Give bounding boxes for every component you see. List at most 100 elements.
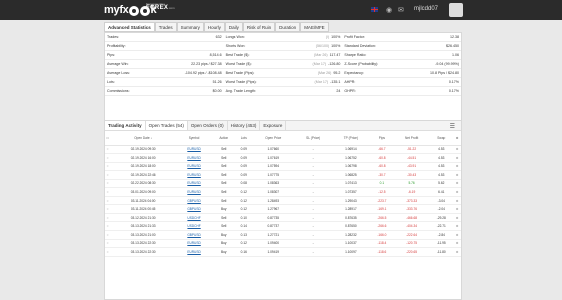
symbol-link[interactable]: EURUSD xyxy=(176,239,212,249)
symbol-link[interactable]: EURUSD xyxy=(176,153,212,163)
net-profit: -51.22 xyxy=(393,145,430,155)
stat-value: 22.23 pips / $27.38 xyxy=(191,62,222,66)
table-row[interactable]: ○ 03.13.2024 21:33 USDCHF Sell 0.14 0.87737-0… xyxy=(105,221,461,231)
stat-value-group: 632 xyxy=(216,33,222,41)
tab-trades[interactable]: Trades xyxy=(154,22,177,32)
action: Sell xyxy=(211,213,236,223)
row-settings-icon[interactable]: ⚙ xyxy=(453,204,461,214)
open-date: 03.13.2024 22:30 xyxy=(110,239,177,249)
tp-price: 1.10037 xyxy=(331,239,370,249)
net-profit: -120.75 xyxy=(393,239,430,249)
swap: -22.71 xyxy=(429,221,454,231)
sl-price: - xyxy=(294,170,332,180)
symbol-link[interactable]: GBPUSD xyxy=(176,196,212,206)
table-row[interactable]: ○ 03.11.2024 00:45 GBPUSD Buy 0.12 1.27967-1.… xyxy=(105,204,461,214)
sponsor-brand: FOREX xyxy=(146,5,169,11)
tab-risk-of-ruin[interactable]: Risk of Ruin xyxy=(242,22,276,32)
table-row[interactable]: ○ 03.13.2024 21:00 GBPUSD Buy 0.13 1.27721-1.… xyxy=(105,230,461,240)
stat-label[interactable]: Sharpe Ratio: xyxy=(344,51,366,59)
tab-open-trades-54-[interactable]: Open Trades (54) xyxy=(145,121,188,130)
tab-duration[interactable]: Duration xyxy=(275,22,301,32)
symbol-link[interactable]: GBPUSD xyxy=(176,230,212,240)
sponsor-badge[interactable]: Sponsored by FOREX.com xyxy=(146,2,190,11)
row-settings-icon[interactable]: ⚙ xyxy=(453,162,461,172)
stat-label: Profit Factor: xyxy=(344,35,365,39)
stat-cell: Longs Won: (/) 100% xyxy=(224,33,343,41)
stat-value-group: $26.450 xyxy=(446,42,459,50)
tab-summary[interactable]: Summary xyxy=(176,22,204,32)
bell-icon[interactable]: ◉ xyxy=(386,6,392,14)
tab-daily[interactable]: Daily xyxy=(224,22,243,32)
row-settings-icon[interactable]: ⚙ xyxy=(453,145,461,155)
tab-open-orders-0-[interactable]: Open Orders (0) xyxy=(188,121,228,130)
stat-label[interactable]: AHPR: xyxy=(344,78,355,86)
symbol-link[interactable]: EURUSD xyxy=(176,247,212,257)
row-settings-icon[interactable]: ⚙ xyxy=(453,239,461,249)
row-settings-icon[interactable]: ⚙ xyxy=(453,196,461,206)
symbol-link[interactable]: EURUSD xyxy=(176,179,212,189)
table-row[interactable]: ○ 02.19.2024 16:00 EURUSD Sell 0.09 1.07619-1… xyxy=(105,153,461,163)
table-row[interactable]: ○ 03.13.2024 22:30 EURUSD Buy 0.12 1.09400-1.… xyxy=(105,239,461,249)
tab-history-453-[interactable]: History (453) xyxy=(228,121,261,130)
stat-label[interactable]: Z-Score (Probability): xyxy=(344,60,378,68)
symbol-link[interactable]: EURUSD xyxy=(176,162,212,172)
row-settings-icon[interactable]: ⚙ xyxy=(453,213,461,223)
username-label[interactable]: mjlcdd07 xyxy=(414,6,438,12)
tab-mae-mfe[interactable]: MAE/MFE xyxy=(300,22,329,32)
table-row[interactable]: ○ 03.11.2024 04:00 GBPUSD Sell 0.12 1.28493-1… xyxy=(105,196,461,206)
symbol-link[interactable]: GBPUSD xyxy=(176,204,212,214)
stat-value-group: -104.92 pips / -$108.48 xyxy=(185,69,222,77)
symbol-link[interactable]: EURUSD xyxy=(176,187,212,197)
row-settings-icon[interactable]: ⚙ xyxy=(453,230,461,240)
table-row[interactable]: ○ 02.19.2024 18:00 EURUSD Sell 0.09 1.07594-1… xyxy=(105,162,461,172)
filter-settings-icon[interactable]: ☰ xyxy=(450,123,455,130)
symbol-link[interactable]: EURUSD xyxy=(176,145,212,155)
stat-label[interactable]: Expectancy: xyxy=(344,69,364,77)
open-price: 1.07594 xyxy=(252,162,295,172)
table-row[interactable]: ○ 03.13.2024 22:30 EURUSD Buy 0.16 1.09419-1.… xyxy=(105,247,461,257)
lots: 0.16 xyxy=(235,247,253,257)
stat-value: -135.1 xyxy=(330,80,341,84)
row-settings-icon[interactable]: ⚙ xyxy=(453,170,461,180)
sl-price: - xyxy=(294,204,332,214)
avatar[interactable] xyxy=(449,3,463,17)
symbol-link[interactable]: EURUSD xyxy=(176,170,212,180)
symbol-link[interactable]: USDCHF xyxy=(176,213,212,223)
pips: -66.7 xyxy=(369,145,394,155)
row-settings-icon[interactable]: ⚙ xyxy=(453,221,461,231)
row-settings-icon[interactable]: ⚙ xyxy=(453,153,461,163)
stat-date: (/) xyxy=(325,35,330,39)
table-row[interactable]: ○ 03.12.2024 21:30 USDCHF Sell 0.10 0.87735-0… xyxy=(105,213,461,223)
row-settings-icon[interactable]: ⚙ xyxy=(453,187,461,197)
mail-icon[interactable]: ✉ xyxy=(398,6,404,14)
row-settings-icon[interactable]: ⚙ xyxy=(453,247,461,257)
logo-my: my xyxy=(104,4,120,16)
tab-hourly[interactable]: Hourly xyxy=(203,22,225,32)
stat-label[interactable]: GHPR: xyxy=(344,87,355,95)
stat-label: Commissions: xyxy=(107,89,130,93)
stat-label[interactable]: Standard Deviation: xyxy=(344,42,376,50)
uk-flag-icon[interactable] xyxy=(371,7,378,12)
settings-icon[interactable]: ⚙ xyxy=(453,131,461,146)
net-profit: -466.68 xyxy=(393,213,430,223)
swap: 5.62 xyxy=(429,179,454,189)
open-date: 03.13.2024 21:33 xyxy=(110,221,177,231)
symbol-link[interactable]: USDCHF xyxy=(176,221,212,231)
open-price: 1.07619 xyxy=(252,153,295,163)
table-row[interactable]: ○ 03.01.2024 09:00 EURUSD Sell 0.12 1.08307-1… xyxy=(105,187,461,197)
open-trades-table: □ Open Date ↓ Symbol Action Lots Open Price SL… xyxy=(105,131,461,257)
stat-label: Average Win: xyxy=(107,62,129,66)
pips: -266.5 xyxy=(369,213,394,223)
stat-cell: Commissions: $0.00 xyxy=(105,87,224,95)
stat-label: Trades: xyxy=(107,35,120,39)
row-settings-icon[interactable]: ⚙ xyxy=(453,179,461,189)
stat-value-group: (Mar 17) -135.1 xyxy=(315,78,341,86)
table-row[interactable]: ○ 02.19.2024 09:30 EURUSD Sell 0.09 1.07660-1… xyxy=(105,145,461,155)
tab-exposure[interactable]: Exposure xyxy=(260,121,287,130)
table-row[interactable]: ○ 02.19.2024 22:46 EURUSD Sell 0.09 1.07775-1… xyxy=(105,170,461,180)
open-price: 1.07660 xyxy=(252,145,295,155)
stat-value: 1.06 xyxy=(452,53,460,57)
swap: 4.53 xyxy=(429,170,454,180)
pips: -118.6 xyxy=(369,247,394,257)
table-row[interactable]: ○ 02.22.2024 08:30 EURUSD Sell 0.08 1.08363-1… xyxy=(105,179,461,189)
